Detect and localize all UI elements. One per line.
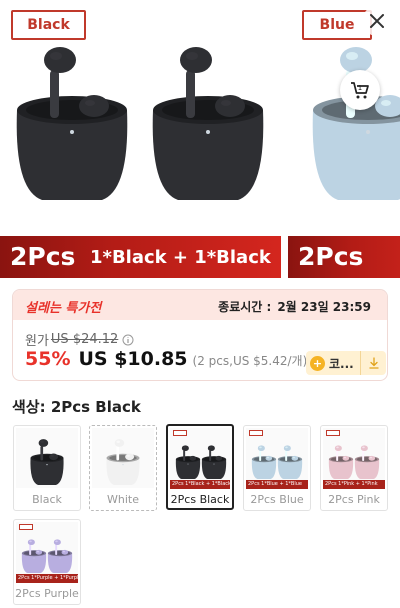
option-banner: 2Pcs 1*Purple + 1*Purple: [16, 574, 78, 583]
option-thumbnail: [16, 428, 78, 488]
color-option-2pcs-purple[interactable]: 2Pcs 1*Purple + 1*Purple 2Pcs Purple: [13, 519, 81, 605]
earbuds-thumbnail-image: [328, 445, 380, 479]
earbuds-thumbnail-image: [175, 445, 227, 479]
option-thumbnail: [246, 428, 308, 488]
coupon-label: 코...: [329, 356, 354, 371]
banner-count: 2Pcs: [10, 242, 76, 271]
option-label: 2Pcs Black: [170, 493, 230, 506]
earbuds-case: [30, 439, 64, 485]
color-option-black[interactable]: Black: [13, 425, 81, 511]
earbuds-case: [16, 47, 128, 200]
earbuds-case: [277, 445, 303, 479]
earbuds-case: [175, 445, 201, 479]
svg-text:1: 1: [358, 84, 362, 92]
option-label: 2Pcs Blue: [250, 493, 304, 506]
sale-end-label: 종료시간 :: [218, 300, 272, 314]
option-mini-tag: [326, 430, 340, 436]
coupon-button[interactable]: + 코...: [306, 351, 386, 375]
carousel-slide-black[interactable]: Black 2Pcs 1*Black + 1*Black: [0, 0, 281, 278]
banner-count: 2Pcs: [298, 242, 364, 271]
color-option-2pcs-black[interactable]: 2Pcs 1*Black + 1*Black 2Pcs Black: [166, 424, 234, 510]
sale-end-time: 종료시간 : 2월 23일 23:59: [218, 298, 371, 315]
earbuds-case: [328, 445, 354, 479]
close-button[interactable]: [362, 6, 392, 36]
option-thumbnail: [16, 522, 78, 582]
add-to-cart-button[interactable]: 1: [340, 70, 380, 110]
earbuds-thumbnail-image: [106, 439, 140, 485]
option-mini-tag: [19, 524, 33, 530]
unit-price-info: (2 pcs,US $5.42/개): [192, 354, 308, 368]
option-mini-tag: [173, 430, 187, 436]
option-banner: 2Pcs 1*Pink + 1*Pink: [323, 480, 385, 489]
banner-combo: 1*Black + 1*Black: [90, 247, 271, 268]
price-card: 설레는 특가전 종료시간 :2월 23일 23:59 원가 US $24.12 …: [12, 289, 388, 381]
sale-title: 설레는 특가전: [25, 301, 102, 316]
earbuds-case: [251, 445, 277, 479]
earbuds-thumbnail-image: [21, 539, 73, 573]
info-icon[interactable]: [122, 334, 134, 346]
option-banner: 2Pcs 1*Blue + 1*Blue: [246, 480, 308, 489]
variant-banner: 2Pcs: [288, 236, 400, 278]
sale-end-value: 2월 23일 23:59: [277, 300, 371, 314]
product-image-carousel[interactable]: Black 2Pcs 1*Black + 1*Black Blue 2Pcs 1: [0, 0, 400, 278]
earbuds-thumbnail-image: [251, 445, 303, 479]
option-thumbnail: [92, 428, 154, 488]
carousel-slide-blue[interactable]: Blue 2Pcs: [288, 0, 400, 278]
option-label: Black: [32, 493, 62, 506]
sale-header: 설레는 특가전 종료시간 : 2월 23일 23:59: [13, 290, 387, 320]
original-price-row: 원가 US $24.12: [25, 330, 134, 349]
earbuds-case: [201, 445, 227, 479]
sale-price: US $10.85: [78, 348, 188, 370]
earbuds-case: [152, 47, 264, 200]
price-row: 55% US $10.85 (2 pcs,US $5.42/개): [25, 348, 307, 370]
option-label: White: [107, 493, 139, 506]
option-mini-tag: [249, 430, 263, 436]
color-option-2pcs-pink[interactable]: 2Pcs 1*Pink + 1*Pink 2Pcs Pink: [320, 425, 388, 511]
option-thumbnail: [170, 428, 230, 488]
option-label: 2Pcs Pink: [328, 493, 380, 506]
cart-icon: 1: [351, 82, 369, 99]
option-label: 2Pcs Purple: [15, 587, 79, 600]
variant-tag: Blue: [302, 10, 372, 40]
earbuds-case: [47, 539, 73, 573]
option-banner: 2Pcs 1*Black + 1*Black: [170, 480, 230, 489]
color-option-2pcs-blue[interactable]: 2Pcs 1*Blue + 1*Blue 2Pcs Blue: [243, 425, 311, 511]
color-selection-title: 색상: 2Pcs Black: [12, 398, 141, 416]
download-coupon-button[interactable]: [360, 351, 386, 375]
color-option-white[interactable]: White: [89, 425, 157, 511]
earbuds-thumbnail-image: [30, 439, 64, 485]
variant-banner: 2Pcs 1*Black + 1*Black: [0, 236, 281, 278]
coin-icon: +: [310, 355, 325, 371]
original-price: US $24.12: [50, 332, 119, 347]
variant-tag: Black: [11, 10, 86, 40]
earbuds-case: [21, 539, 47, 573]
earbuds-case: [106, 439, 140, 485]
earbuds-case: [354, 445, 380, 479]
original-price-label: 원가: [25, 334, 49, 349]
download-icon: [368, 357, 379, 369]
discount-percent: 55%: [25, 348, 71, 370]
close-icon: [370, 14, 384, 28]
option-thumbnail: [323, 428, 385, 488]
